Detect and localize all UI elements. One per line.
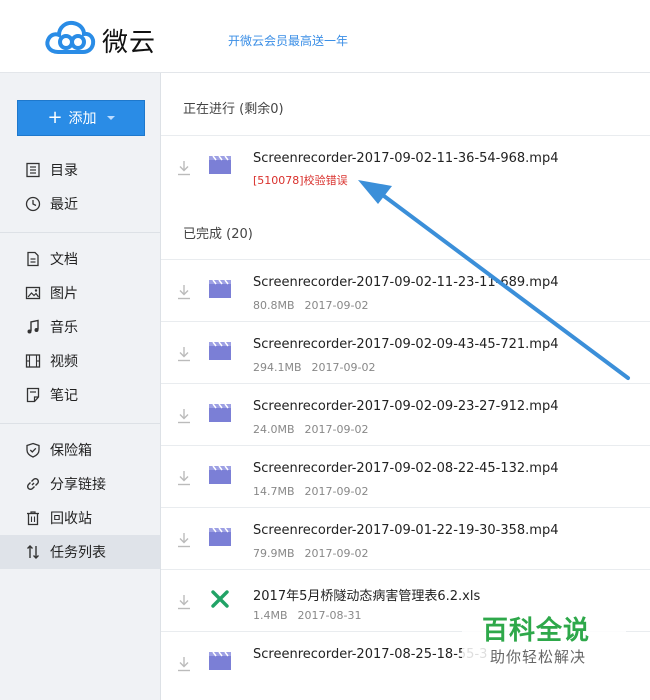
music-icon: [24, 318, 42, 336]
file-size: 1.4MB: [253, 609, 288, 622]
watermark-subtitle: 助你轻松解决: [490, 648, 587, 666]
trash-icon: [24, 509, 42, 527]
file-name: Screenrecorder-2017-08-25-18-55-3: [253, 647, 488, 662]
download-icon[interactable]: [177, 656, 191, 672]
download-icon[interactable]: [177, 470, 191, 486]
task-row[interactable]: Screenrecorder-2017-09-01-22-19-30-358.m…: [161, 507, 650, 570]
image-icon: [24, 284, 42, 302]
file-name: Screenrecorder-2017-09-02-09-43-45-721.m…: [253, 337, 559, 352]
file-meta: 1.4MB 2017-08-31: [253, 609, 361, 622]
file-size: 14.7MB: [253, 485, 295, 498]
download-icon[interactable]: [177, 408, 191, 424]
video-file-icon: [209, 466, 231, 484]
sidebar-item-label: 图片: [50, 286, 78, 302]
download-icon[interactable]: [177, 284, 191, 300]
task-row[interactable]: Screenrecorder-2017-09-02-08-22-45-132.m…: [161, 445, 650, 508]
file-meta: 14.7MB 2017-09-02: [253, 485, 368, 498]
file-meta: 24.0MB 2017-09-02: [253, 423, 368, 436]
weiyun-cloud-logo-icon[interactable]: [44, 18, 96, 56]
sidebar-item-label: 回收站: [50, 511, 92, 527]
top-bar: 微云 开微云会员最高送一年: [0, 0, 650, 73]
file-size: 80.8MB: [253, 299, 295, 312]
in-progress-section-title: 正在进行 (剩余0): [183, 102, 284, 117]
file-size: 24.0MB: [253, 423, 295, 436]
sidebar-item-share-links[interactable]: 分享链接: [0, 467, 160, 501]
plus-icon: +: [47, 107, 63, 128]
sidebar-item-label: 保险箱: [50, 443, 92, 459]
link-icon: [24, 475, 42, 493]
sidebar-item-documents[interactable]: 文档: [0, 242, 160, 276]
file-date: 2017-09-02: [304, 423, 369, 436]
sidebar-item-label: 目录: [50, 163, 78, 179]
file-date: 2017-09-02: [304, 547, 369, 560]
sidebar-item-label: 笔记: [50, 388, 78, 404]
sort-icon: [24, 543, 42, 561]
sidebar-item-task-list[interactable]: 任务列表: [0, 535, 160, 569]
file-name: Screenrecorder-2017-09-02-08-22-45-132.m…: [253, 461, 559, 476]
list-icon: [24, 161, 42, 179]
sidebar-item-label: 文档: [50, 252, 78, 268]
task-row[interactable]: Screenrecorder-2017-09-02-11-23-11-689.m…: [161, 259, 650, 322]
video-file-icon: [209, 652, 231, 670]
watermark-title: 百科全说: [482, 616, 591, 646]
sidebar-item-label: 任务列表: [50, 545, 106, 561]
sidebar-item-notes[interactable]: 笔记: [0, 378, 160, 412]
video-file-icon: [209, 528, 231, 546]
sidebar-item-videos[interactable]: 视频: [0, 344, 160, 378]
file-meta: 80.8MB 2017-09-02: [253, 299, 368, 312]
task-row[interactable]: Screenrecorder-2017-09-02-11-36-54-968.m…: [161, 135, 650, 198]
file-meta: 79.9MB 2017-09-02: [253, 547, 368, 560]
shield-icon: [24, 441, 42, 459]
file-size: 294.1MB: [253, 361, 302, 374]
sidebar-item-images[interactable]: 图片: [0, 276, 160, 310]
completed-section-title: 已完成 (20): [183, 227, 253, 242]
sidebar-item-music[interactable]: 音乐: [0, 310, 160, 344]
note-icon: [24, 386, 42, 404]
sidebar: + 添加 目录 最近 文档 图片 音乐 视频 笔记 保险箱 分享链接 回收站 任…: [0, 73, 161, 700]
sidebar-item-label: 音乐: [50, 320, 78, 336]
file-meta: 294.1MB 2017-09-02: [253, 361, 375, 374]
file-name: Screenrecorder-2017-09-02-11-36-54-968.m…: [253, 151, 559, 166]
download-icon[interactable]: [177, 594, 191, 610]
sidebar-divider: [0, 423, 160, 424]
video-icon: [24, 352, 42, 370]
sidebar-item-label: 最近: [50, 197, 78, 213]
sidebar-item-directory[interactable]: 目录: [0, 153, 160, 187]
video-file-icon: [209, 280, 231, 298]
video-file-icon: [209, 342, 231, 360]
download-icon[interactable]: [177, 346, 191, 362]
file-name: 2017年5月桥隧动态病害管理表6.2.xls: [253, 589, 481, 604]
caret-down-icon[interactable]: [106, 116, 115, 120]
sidebar-item-recent[interactable]: 最近: [0, 187, 160, 221]
file-date: 2017-08-31: [297, 609, 362, 622]
file-name: Screenrecorder-2017-09-01-22-19-30-358.m…: [253, 523, 559, 538]
brand-name: 微云: [102, 28, 157, 58]
add-button[interactable]: + 添加: [17, 100, 145, 136]
file-size: 79.9MB: [253, 547, 295, 560]
task-row[interactable]: Screenrecorder-2017-09-02-09-23-27-912.m…: [161, 383, 650, 446]
task-row[interactable]: Screenrecorder-2017-09-02-09-43-45-721.m…: [161, 321, 650, 384]
error-message: [510078]校验错误: [253, 174, 348, 187]
sidebar-item-label: 分享链接: [50, 477, 106, 493]
sidebar-divider: [0, 232, 160, 233]
excel-file-icon: [211, 590, 229, 608]
document-icon: [24, 250, 42, 268]
vip-promo-link[interactable]: 开微云会员最高送一年: [228, 32, 348, 49]
video-file-icon: [209, 156, 231, 174]
sidebar-item-recycle-bin[interactable]: 回收站: [0, 501, 160, 535]
file-date: 2017-09-02: [304, 299, 369, 312]
download-icon[interactable]: [177, 532, 191, 548]
file-name: Screenrecorder-2017-09-02-11-23-11-689.m…: [253, 275, 559, 290]
file-name: Screenrecorder-2017-09-02-09-23-27-912.m…: [253, 399, 559, 414]
sidebar-item-safe-box[interactable]: 保险箱: [0, 433, 160, 467]
download-icon[interactable]: [177, 160, 191, 176]
watermark: 百科全说 助你轻松解决: [462, 606, 626, 672]
file-date: 2017-09-02: [304, 485, 369, 498]
file-date: 2017-09-02: [311, 361, 376, 374]
add-button-label: 添加: [68, 111, 97, 127]
video-file-icon: [209, 404, 231, 422]
clock-icon: [24, 195, 42, 213]
sidebar-item-label: 视频: [50, 354, 78, 370]
